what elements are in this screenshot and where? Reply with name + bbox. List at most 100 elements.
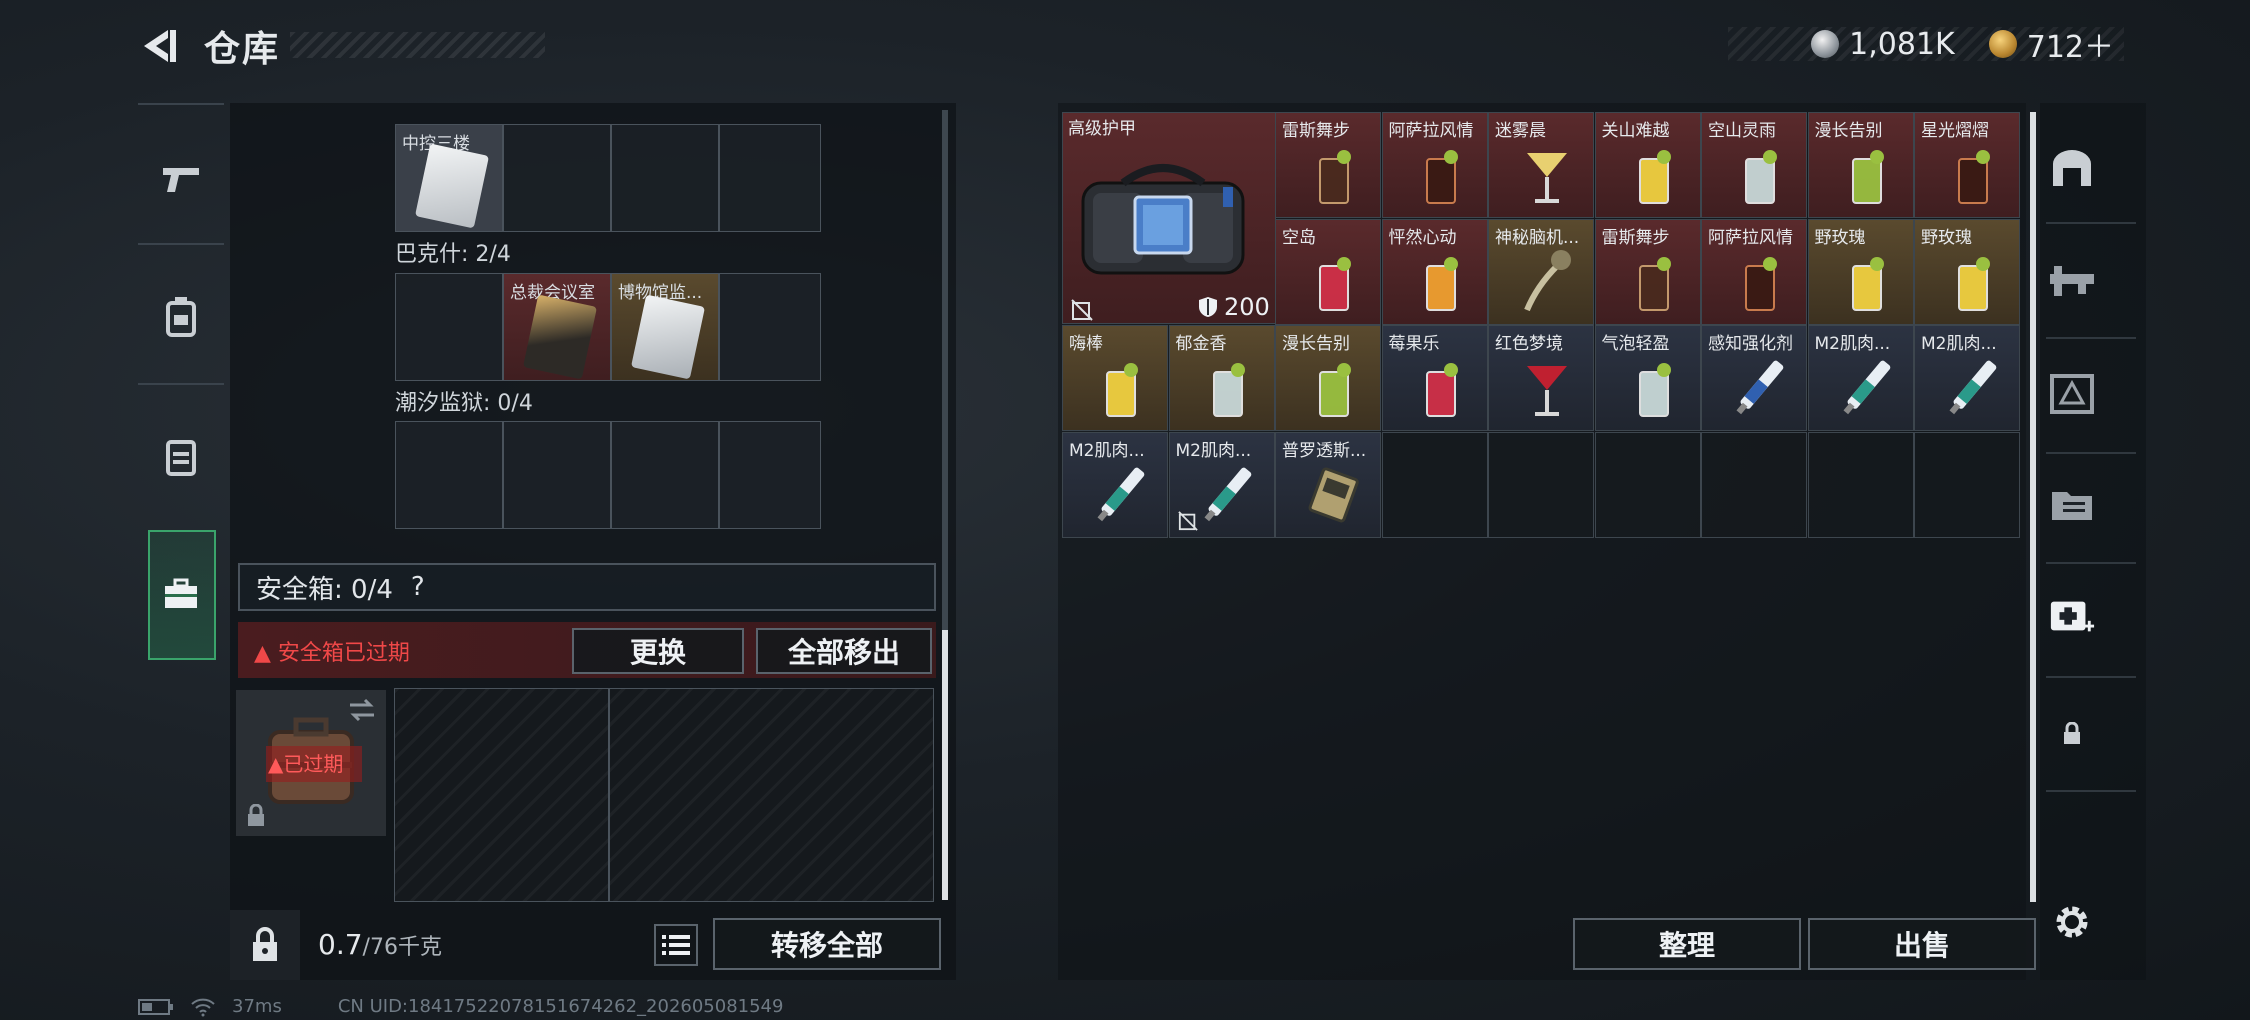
stash-item[interactable]: 怦然心动 [1381, 218, 1488, 325]
nav-divider [2046, 790, 2136, 792]
nav-divider [2046, 337, 2136, 339]
transfer-all-button[interactable]: 转移全部 [713, 918, 941, 970]
stash-item[interactable]: 神秘脑机... [1488, 218, 1594, 325]
stash-item[interactable]: 关山难越 [1594, 112, 1701, 218]
sell-button[interactable]: 出售 [1808, 918, 2036, 970]
rifle-icon[interactable] [2048, 256, 2096, 304]
keycard-slot[interactable] [503, 421, 611, 529]
stash-item[interactable]: 气泡轻盈 [1594, 325, 1701, 431]
stash-item[interactable]: 野玫瑰 [1807, 218, 1914, 325]
keycard-slot[interactable] [395, 421, 503, 529]
item-name: 星光熠熠 [1921, 121, 1989, 141]
settings-icon[interactable] [2048, 898, 2096, 946]
empty-stash-slot[interactable] [1914, 431, 2020, 538]
rig-icon[interactable] [155, 430, 207, 482]
cocktail-orange-icon [1411, 246, 1463, 318]
cocktail-pink-icon [1411, 352, 1463, 424]
stash-item[interactable]: 空岛 [1275, 218, 1381, 325]
no-insure-icon [1071, 299, 1093, 321]
stash-item[interactable]: 空山灵雨 [1701, 112, 1807, 218]
item-name: 空岛 [1282, 227, 1316, 248]
stash-scrollbar[interactable] [2030, 112, 2036, 902]
stash-item[interactable]: M2肌肉... [1807, 325, 1914, 431]
device-icon [1304, 459, 1359, 531]
back-icon[interactable] [138, 26, 178, 66]
stash-item[interactable]: 郁金香 [1168, 325, 1275, 431]
keycard-slot[interactable]: 中控三楼 [395, 124, 503, 232]
warning-icon: ▲ [254, 641, 271, 666]
empty-stash-slot[interactable] [1594, 431, 1701, 538]
swap-arrows-icon[interactable] [348, 698, 376, 722]
lock-button[interactable] [230, 910, 300, 980]
stash-item[interactable]: M2肌肉... [1168, 431, 1275, 538]
keycard-slot[interactable] [611, 421, 719, 529]
pistol-icon[interactable] [155, 154, 207, 206]
cocktail-green-icon [1304, 352, 1356, 424]
stash-item[interactable]: M2肌肉... [1914, 325, 2020, 431]
stash-item[interactable]: 阿萨拉风情 [1701, 218, 1807, 325]
keycard-slot[interactable] [395, 273, 503, 381]
safe-box-grid[interactable] [394, 688, 934, 902]
nav-divider [138, 243, 224, 245]
warning-icon: ▲ [268, 752, 284, 776]
cocktail-clear-icon [1730, 139, 1782, 211]
no-insure-icon [1177, 510, 1198, 531]
weight-unit: /76千克 [362, 935, 442, 960]
lock-icon [253, 927, 277, 961]
grid-divider [608, 688, 610, 902]
stash-item[interactable]: 普罗透斯... [1275, 431, 1381, 538]
stash-item[interactable]: 野玫瑰 [1914, 218, 2020, 325]
lock-icon [248, 804, 264, 826]
item-name: 野玫瑰 [1921, 227, 1972, 248]
lock-icon[interactable] [2048, 710, 2096, 758]
stash-item[interactable]: 星光熠熠 [1914, 112, 2020, 218]
item-name: 阿萨拉风情 [1388, 121, 1474, 141]
safe-case-slot[interactable]: ▲已过期 [236, 690, 386, 836]
keycard-slot[interactable] [719, 421, 821, 529]
keycard-group-label: 潮汐监狱: 0/4 [395, 391, 533, 416]
stash-item[interactable]: 感知强化剂 [1701, 325, 1807, 431]
safe-box-icon [155, 568, 207, 620]
stash-item[interactable]: 漫长告别 [1275, 325, 1381, 431]
stash-item[interactable]: 漫长告别 [1807, 112, 1914, 218]
stash-item[interactable]: 莓果乐 [1381, 325, 1488, 431]
ammo-icon[interactable] [2048, 370, 2096, 418]
stash-item[interactable]: 雷斯舞步 [1594, 218, 1701, 325]
item-name: M2肌肉... [1814, 334, 1891, 354]
cocktail-yellow-icon [1943, 246, 1995, 318]
keycard-slot[interactable] [611, 124, 719, 232]
weight-display: 0.7/76千克 [318, 928, 442, 961]
stash-item[interactable]: M2肌肉... [1062, 431, 1168, 538]
empty-stash-slot[interactable] [1488, 431, 1594, 538]
stash-item[interactable]: 迷雾晨 [1488, 112, 1594, 218]
medkit-add-icon[interactable] [2048, 592, 2096, 640]
keycard-slot[interactable] [719, 124, 821, 232]
stash-item[interactable]: 阿萨拉风情 [1381, 112, 1488, 218]
stash-item[interactable]: 雷斯舞步 [1275, 112, 1381, 218]
cocktail-martini-icon [1517, 139, 1569, 211]
gold-amount[interactable]: 712＋ [2027, 22, 2114, 66]
swap-button[interactable]: 更换 [572, 628, 744, 674]
cocktail-clear-icon [1198, 352, 1250, 424]
keycard-slot[interactable] [719, 273, 821, 381]
keycard-slot[interactable]: 博物馆监... [611, 273, 719, 381]
move-all-button[interactable]: 全部移出 [756, 628, 932, 674]
stash-item[interactable]: 嗨棒 [1062, 325, 1168, 431]
sort-button[interactable]: 整理 [1573, 918, 1801, 970]
empty-stash-slot[interactable] [1381, 431, 1488, 538]
empty-stash-slot[interactable] [1701, 431, 1807, 538]
shield-icon [1199, 297, 1217, 317]
empty-stash-slot[interactable] [1807, 431, 1914, 538]
nav-divider [138, 103, 224, 105]
keycard-slot[interactable]: 总裁会议室 [503, 273, 611, 381]
folder-icon[interactable] [2048, 480, 2096, 528]
help-icon[interactable]: ? [411, 572, 425, 602]
backpack-icon[interactable] [155, 291, 207, 343]
keycard-icon [630, 294, 706, 380]
keycard-slot[interactable] [503, 124, 611, 232]
armor-icon[interactable] [2048, 144, 2096, 192]
stash-item[interactable]: 红色梦境 [1488, 325, 1594, 431]
list-view-button[interactable] [654, 924, 698, 966]
cocktail-green-icon [1837, 139, 1889, 211]
scrollbar-thumb[interactable] [942, 630, 948, 900]
